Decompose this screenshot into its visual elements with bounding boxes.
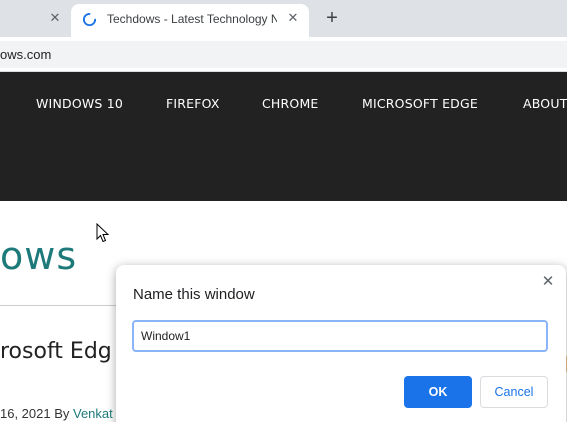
browser-toolbar: ows.com	[0, 37, 567, 72]
tab-close-icon[interactable]: ✕	[47, 10, 63, 26]
tab-title: Techdows - Latest Technology News	[107, 12, 277, 26]
article-meta: 16, 2021 By Venkat	[0, 406, 113, 421]
nav-item-windows-10[interactable]: WINDOWS 10	[36, 96, 123, 111]
tab-active[interactable]: Techdows - Latest Technology News ✕	[71, 4, 309, 37]
tab-previous[interactable]: ✕	[0, 0, 70, 37]
nav-item-chrome[interactable]: CHROME	[262, 96, 319, 111]
site-navigation: WINDOWS 10 FIREFOX CHROME MICROSOFT EDGE…	[0, 72, 567, 201]
browser-window: ✕ Techdows - Latest Technology News ✕ + …	[0, 0, 567, 422]
dialog-title: Name this window	[133, 286, 255, 303]
article-date: 16, 2021 By	[0, 406, 73, 421]
dialog-close-icon[interactable]: ✕	[539, 273, 557, 291]
mouse-cursor-icon	[96, 223, 110, 243]
name-window-dialog: Name this window ✕ OK Cancel	[116, 265, 566, 422]
tab-strip: ✕ Techdows - Latest Technology News ✕ +	[0, 0, 567, 37]
divider	[0, 305, 120, 306]
address-bar[interactable]: ows.com	[0, 41, 567, 68]
cancel-button[interactable]: Cancel	[480, 376, 548, 408]
ok-button[interactable]: OK	[404, 376, 472, 408]
site-logo[interactable]: ows	[0, 234, 77, 278]
nav-item-microsoft-edge[interactable]: MICROSOFT EDGE	[362, 96, 478, 111]
nav-item-about[interactable]: ABOUT	[523, 96, 567, 111]
new-tab-button[interactable]: +	[322, 8, 342, 28]
article-title[interactable]: rosoft Edg	[0, 339, 112, 364]
article-author-link[interactable]: Venkat	[73, 406, 113, 421]
nav-item-firefox[interactable]: FIREFOX	[166, 96, 220, 111]
address-text: ows.com	[0, 47, 52, 62]
window-name-input[interactable]	[132, 320, 548, 352]
loading-spinner-icon	[82, 12, 97, 27]
tab-close-icon[interactable]: ✕	[285, 10, 301, 26]
